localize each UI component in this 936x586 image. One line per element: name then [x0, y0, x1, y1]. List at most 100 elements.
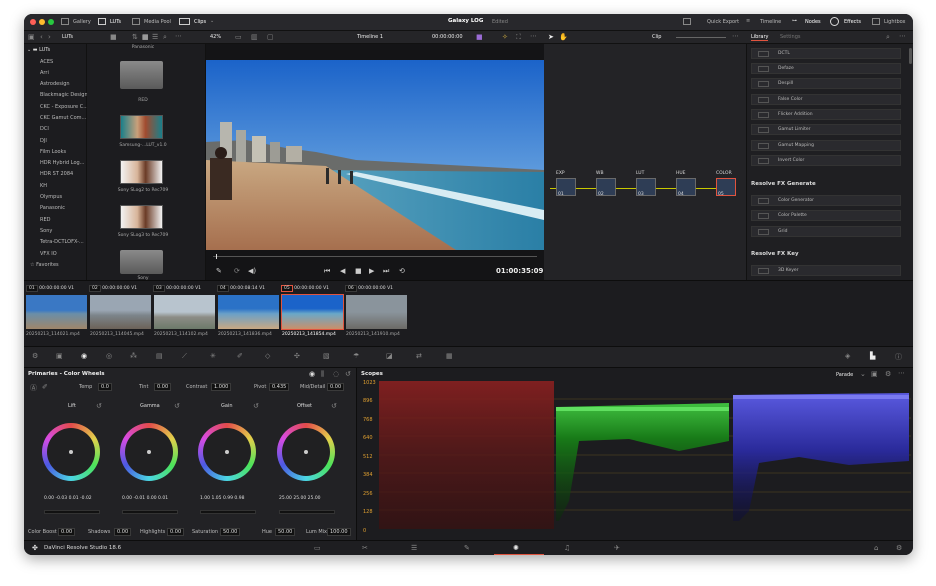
clip-mode-label[interactable]: Clip: [652, 34, 661, 40]
favorites-item[interactable]: ☆ Favorites: [30, 262, 59, 268]
zoom-window-button[interactable]: [48, 19, 54, 25]
node-zoom-slider[interactable]: [676, 37, 726, 38]
minimize-window-button[interactable]: [39, 19, 45, 25]
fx-item[interactable]: Gamut Limiter: [751, 124, 901, 135]
lut-folder-item[interactable]: VFX IO: [40, 251, 57, 257]
play-icon[interactable]: ▶: [369, 267, 374, 275]
node-more-icon[interactable]: ⋯: [732, 32, 739, 40]
effects-button[interactable]: Effects: [844, 19, 861, 25]
saturation-field[interactable]: 50.00: [220, 528, 241, 536]
stop-icon[interactable]: ■: [355, 267, 362, 275]
loop-icon[interactable]: ⟳: [234, 267, 240, 275]
section-generate[interactable]: Resolve FX Generate: [751, 181, 816, 187]
loop-play-icon[interactable]: ⟲: [399, 267, 405, 275]
timeline-name[interactable]: Timeline 1: [357, 34, 383, 40]
temp-field[interactable]: 0.0: [98, 383, 112, 391]
home-icon[interactable]: ⌂: [874, 544, 878, 552]
info-icon[interactable]: ⓘ: [895, 352, 902, 362]
fx-item[interactable]: Flicker Addition: [751, 109, 901, 120]
scope-settings-icon[interactable]: ⚙: [885, 370, 891, 378]
reset-offset-icon[interactable]: ↺: [331, 402, 337, 410]
key-icon[interactable]: ◪: [386, 352, 393, 360]
reset-lift-icon[interactable]: ↺: [96, 402, 102, 410]
middetail-field[interactable]: 0.00: [327, 383, 345, 391]
scopes-icon[interactable]: ▙: [870, 352, 875, 360]
lut-folder-item[interactable]: ACES: [40, 59, 53, 65]
wheels-mode-icon[interactable]: ◉: [309, 370, 315, 378]
lift-wheel-handle[interactable]: [69, 450, 73, 454]
panel-toggle-icon[interactable]: ▣: [28, 33, 35, 41]
library-search-icon[interactable]: ⌕: [886, 33, 890, 42]
lut-folder-item[interactable]: Tetra-DCTLOFX-...: [40, 239, 84, 245]
go-to-end-icon[interactable]: ⏭: [383, 267, 389, 276]
lut-folder-item[interactable]: DCI: [40, 126, 49, 132]
color-picker-icon[interactable]: ■: [476, 33, 483, 41]
clip-thumbnail[interactable]: [346, 295, 407, 329]
lut-folder-item[interactable]: Panasonic: [40, 205, 65, 211]
media-pool-tab[interactable]: Media Pool: [144, 19, 171, 25]
lut-folder-item[interactable]: Astrodesign: [40, 81, 70, 87]
hue-field[interactable]: 50.00: [275, 528, 296, 536]
scope-mode-select[interactable]: Parade: [836, 372, 853, 378]
nodes-button[interactable]: Nodes: [805, 19, 821, 25]
lift-y[interactable]: 0.00: [44, 496, 54, 501]
blur-icon[interactable]: ☂: [353, 352, 359, 360]
lut-thumb-slog2[interactable]: [120, 160, 163, 184]
hdr-wheels-icon[interactable]: ◎: [106, 352, 112, 360]
clip-thumbnail[interactable]: [154, 295, 215, 329]
reset-gain-icon[interactable]: ↺: [253, 402, 259, 410]
go-to-start-icon[interactable]: ⏮: [324, 267, 330, 276]
library-more-icon[interactable]: ⋯: [899, 32, 906, 40]
stills-icon[interactable]: ◈: [845, 352, 850, 360]
fx-item[interactable]: DCTL: [751, 48, 901, 59]
reverse-icon[interactable]: ◀: [340, 267, 345, 275]
fairlight-page-icon[interactable]: ♫: [564, 544, 570, 552]
offset-master-slider[interactable]: [279, 510, 335, 514]
3d-icon[interactable]: ▦: [446, 352, 453, 360]
lut-folder-item[interactable]: RED: [40, 217, 50, 223]
settings-tab[interactable]: Settings: [780, 34, 801, 40]
color-page-icon[interactable]: ✺: [513, 544, 519, 552]
offset-wheel-handle[interactable]: [304, 450, 308, 454]
fx-item[interactable]: Invert Color: [751, 155, 901, 166]
reset-gamma-icon[interactable]: ↺: [174, 402, 180, 410]
lut-folder-item[interactable]: CKC - Exposure C...: [40, 104, 88, 110]
back-icon[interactable]: ‹: [40, 33, 43, 41]
brush-icon[interactable]: ✎: [216, 267, 222, 275]
library-scrollbar[interactable]: [909, 48, 912, 64]
gamma-b[interactable]: 0.01: [158, 496, 168, 501]
offset-g[interactable]: 25.00: [293, 496, 306, 501]
section-key[interactable]: Resolve FX Key: [751, 251, 799, 257]
cut-page-icon[interactable]: ✂: [362, 544, 368, 552]
thumbnail-view-icon[interactable]: ■: [110, 33, 117, 41]
luts-tab[interactable]: LUTs: [110, 19, 121, 25]
edit-page-icon[interactable]: ☰: [411, 544, 417, 552]
colorboost-field[interactable]: 0.00: [58, 528, 76, 536]
gain-wheel[interactable]: [198, 423, 256, 481]
gain-y[interactable]: 1.00: [200, 496, 210, 501]
picker-icon[interactable]: ✐: [42, 383, 48, 391]
split-view-icon[interactable]: ▥: [251, 33, 258, 41]
offset-b[interactable]: 25.00: [308, 496, 321, 501]
clip-thumbnail-selected[interactable]: [281, 294, 344, 330]
highlight-icon[interactable]: ✧: [502, 33, 508, 41]
clip-thumbnail[interactable]: [90, 295, 151, 329]
zoom-level[interactable]: 42%: [210, 34, 221, 40]
fx-item[interactable]: 3D Keyer: [751, 265, 901, 276]
deliver-page-icon[interactable]: ✈: [614, 544, 620, 552]
bars-mode-icon[interactable]: ⫼: [321, 370, 324, 379]
timeline-button[interactable]: Timeline: [760, 19, 781, 25]
lut-folder-item[interactable]: Arri: [40, 70, 49, 76]
fx-item[interactable]: False Color: [751, 94, 901, 105]
gamma-master-slider[interactable]: [122, 510, 178, 514]
gain-wheel-handle[interactable]: [225, 450, 229, 454]
lift-r[interactable]: -0.03: [55, 496, 67, 501]
clip-thumbnail[interactable]: [26, 295, 87, 329]
clips-tab[interactable]: Clips: [194, 19, 206, 25]
magic-mask-icon[interactable]: ▧: [323, 352, 330, 360]
color-warper-icon[interactable]: ✳: [210, 352, 216, 360]
color-wheels-icon[interactable]: ◉: [81, 352, 87, 360]
gain-g[interactable]: 0.99: [223, 496, 233, 501]
fullscreen-icon[interactable]: ⛶: [516, 33, 521, 42]
lut-folder-item[interactable]: HDR Hybrid Log...: [40, 160, 84, 166]
